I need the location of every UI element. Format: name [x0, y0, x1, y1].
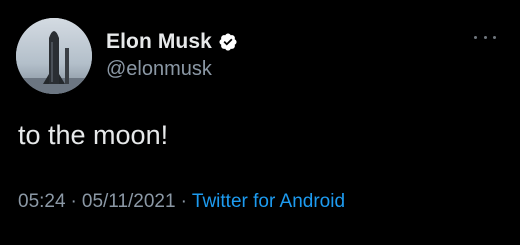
dot [474, 35, 477, 39]
more-options-icon[interactable] [474, 30, 496, 44]
starship-rocket-avatar [16, 18, 92, 94]
tweet-time[interactable]: 05:24 [18, 191, 66, 212]
tweet-card: Elon Musk @elonmusk to the moon! 05:24 · 0… [0, 0, 520, 245]
avatar[interactable] [16, 18, 92, 94]
dot [493, 35, 496, 39]
author-display-name[interactable]: Elon Musk [106, 30, 212, 54]
tweet-metadata: 05:24 · 05/11/2021 · Twitter for Android [18, 191, 345, 213]
tweet-source-link[interactable]: Twitter for Android [192, 191, 345, 212]
tweet-date[interactable]: 05/11/2021 [82, 191, 176, 212]
author-name-row: Elon Musk [106, 30, 238, 54]
meta-separator: · [70, 191, 77, 212]
author-handle[interactable]: @elonmusk [106, 58, 212, 81]
tweet-text: to the moon! [18, 120, 169, 150]
dot [483, 35, 487, 39]
verified-badge-icon [218, 32, 238, 52]
meta-separator: · [180, 191, 187, 212]
